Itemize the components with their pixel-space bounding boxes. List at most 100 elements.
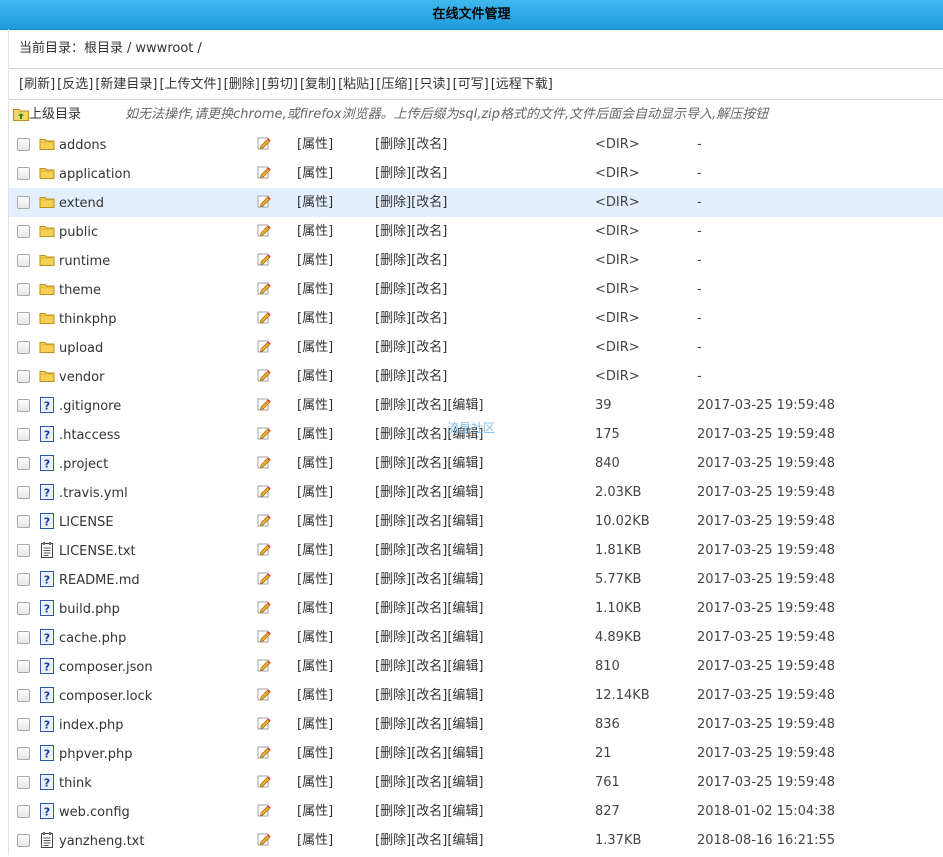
- file-name-link[interactable]: upload: [59, 333, 103, 364]
- edit-link[interactable]: [编辑]: [447, 630, 483, 645]
- pencil-edit-icon[interactable]: [257, 484, 271, 498]
- properties-link[interactable]: [属性]: [297, 623, 333, 652]
- row-checkbox[interactable]: [17, 805, 30, 818]
- row-checkbox[interactable]: [17, 515, 30, 528]
- pencil-edit-icon[interactable]: [257, 426, 271, 440]
- rename-link[interactable]: [改名]: [411, 514, 447, 529]
- edit-link[interactable]: [编辑]: [447, 717, 483, 732]
- toolbar-button[interactable]: [新建目录]: [95, 77, 157, 92]
- edit-link[interactable]: [编辑]: [447, 514, 483, 529]
- row-checkbox[interactable]: [17, 660, 30, 673]
- row-checkbox[interactable]: [17, 689, 30, 702]
- rename-link[interactable]: [改名]: [411, 543, 447, 558]
- toolbar-button[interactable]: [远程下载]: [491, 77, 553, 92]
- rename-link[interactable]: [改名]: [411, 137, 447, 152]
- row-checkbox[interactable]: [17, 283, 30, 296]
- file-name-link[interactable]: .gitignore: [59, 391, 121, 422]
- properties-link[interactable]: [属性]: [297, 536, 333, 565]
- delete-link[interactable]: [删除]: [375, 659, 411, 674]
- rename-link[interactable]: [改名]: [411, 224, 447, 239]
- delete-link[interactable]: [删除]: [375, 166, 411, 181]
- edit-link[interactable]: [编辑]: [447, 833, 483, 848]
- properties-link[interactable]: [属性]: [297, 246, 333, 275]
- properties-link[interactable]: [属性]: [297, 478, 333, 507]
- row-checkbox[interactable]: [17, 776, 30, 789]
- toolbar-button[interactable]: [刷新]: [19, 77, 55, 92]
- file-name-link[interactable]: thinkphp: [59, 304, 116, 335]
- delete-link[interactable]: [删除]: [375, 195, 411, 210]
- edit-link[interactable]: [编辑]: [447, 398, 483, 413]
- row-checkbox[interactable]: [17, 457, 30, 470]
- row-checkbox[interactable]: [17, 196, 30, 209]
- properties-link[interactable]: [属性]: [297, 681, 333, 710]
- toolbar-button[interactable]: [反选]: [57, 77, 93, 92]
- edit-link[interactable]: [编辑]: [447, 775, 483, 790]
- properties-link[interactable]: [属性]: [297, 362, 333, 391]
- row-checkbox[interactable]: [17, 718, 30, 731]
- file-name-link[interactable]: LICENSE: [59, 507, 114, 538]
- delete-link[interactable]: [删除]: [375, 630, 411, 645]
- edit-link[interactable]: [编辑]: [447, 485, 483, 500]
- row-checkbox[interactable]: [17, 428, 30, 441]
- file-name-link[interactable]: runtime: [59, 246, 110, 277]
- properties-link[interactable]: [属性]: [297, 333, 333, 362]
- delete-link[interactable]: [删除]: [375, 369, 411, 384]
- row-checkbox[interactable]: [17, 370, 30, 383]
- rename-link[interactable]: [改名]: [411, 601, 447, 616]
- delete-link[interactable]: [删除]: [375, 833, 411, 848]
- file-name-link[interactable]: yanzheng.txt: [59, 826, 144, 857]
- row-checkbox[interactable]: [17, 399, 30, 412]
- delete-link[interactable]: [删除]: [375, 311, 411, 326]
- properties-link[interactable]: [属性]: [297, 130, 333, 159]
- delete-link[interactable]: [删除]: [375, 485, 411, 500]
- rename-link[interactable]: [改名]: [411, 833, 447, 848]
- row-checkbox[interactable]: [17, 312, 30, 325]
- pencil-edit-icon[interactable]: [257, 310, 271, 324]
- delete-link[interactable]: [删除]: [375, 688, 411, 703]
- pencil-edit-icon[interactable]: [257, 716, 271, 730]
- delete-link[interactable]: [删除]: [375, 775, 411, 790]
- toolbar-button[interactable]: [压缩]: [376, 77, 412, 92]
- folder-up-icon[interactable]: [13, 107, 29, 121]
- toolbar-button[interactable]: [可写]: [453, 77, 489, 92]
- rename-link[interactable]: [改名]: [411, 659, 447, 674]
- edit-link[interactable]: [编辑]: [447, 804, 483, 819]
- row-checkbox[interactable]: [17, 225, 30, 238]
- toolbar-button[interactable]: [只读]: [414, 77, 450, 92]
- file-name-link[interactable]: composer.json: [59, 652, 153, 683]
- pencil-edit-icon[interactable]: [257, 542, 271, 556]
- edit-link[interactable]: [编辑]: [447, 659, 483, 674]
- toolbar-button[interactable]: [剪切]: [262, 77, 298, 92]
- file-name-link[interactable]: theme: [59, 275, 101, 306]
- pencil-edit-icon[interactable]: [257, 774, 271, 788]
- properties-link[interactable]: [属性]: [297, 275, 333, 304]
- pencil-edit-icon[interactable]: [257, 223, 271, 237]
- pencil-edit-icon[interactable]: [257, 629, 271, 643]
- rename-link[interactable]: [改名]: [411, 572, 447, 587]
- file-name-link[interactable]: vendor: [59, 362, 104, 393]
- delete-link[interactable]: [删除]: [375, 601, 411, 616]
- pencil-edit-icon[interactable]: [257, 745, 271, 759]
- row-checkbox[interactable]: [17, 573, 30, 586]
- rename-link[interactable]: [改名]: [411, 456, 447, 471]
- pencil-edit-icon[interactable]: [257, 252, 271, 266]
- row-checkbox[interactable]: [17, 544, 30, 557]
- file-name-link[interactable]: extend: [59, 188, 104, 219]
- delete-link[interactable]: [删除]: [375, 456, 411, 471]
- pencil-edit-icon[interactable]: [257, 281, 271, 295]
- delete-link[interactable]: [删除]: [375, 746, 411, 761]
- delete-link[interactable]: [删除]: [375, 543, 411, 558]
- row-checkbox[interactable]: [17, 341, 30, 354]
- file-name-link[interactable]: phpver.php: [59, 739, 132, 770]
- properties-link[interactable]: [属性]: [297, 391, 333, 420]
- properties-link[interactable]: [属性]: [297, 188, 333, 217]
- properties-link[interactable]: [属性]: [297, 449, 333, 478]
- file-name-link[interactable]: build.php: [59, 594, 120, 625]
- file-name-link[interactable]: composer.lock: [59, 681, 152, 712]
- edit-link[interactable]: [编辑]: [447, 543, 483, 558]
- file-name-link[interactable]: .travis.yml: [59, 478, 128, 509]
- delete-link[interactable]: [删除]: [375, 282, 411, 297]
- pencil-edit-icon[interactable]: [257, 803, 271, 817]
- pencil-edit-icon[interactable]: [257, 455, 271, 469]
- row-checkbox[interactable]: [17, 747, 30, 760]
